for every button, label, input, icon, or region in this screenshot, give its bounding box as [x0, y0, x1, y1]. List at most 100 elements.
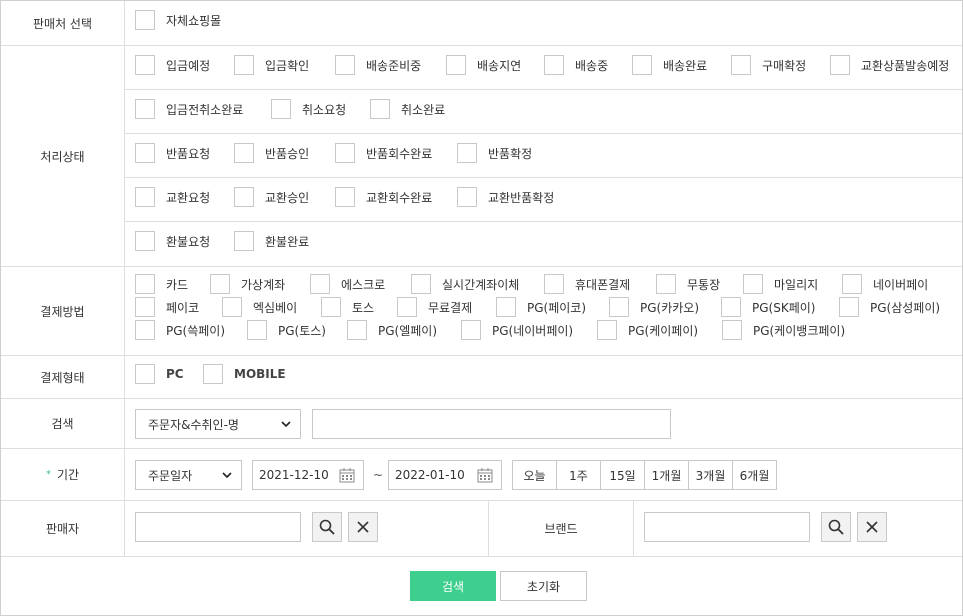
checkbox-box[interactable] [203, 364, 223, 384]
checkbox-return-approved[interactable]: 반품승인 [234, 143, 309, 163]
checkbox-escrow[interactable]: 에스크로 [310, 274, 385, 294]
checkbox-cancel-requested[interactable]: 취소요청 [271, 99, 346, 119]
checkbox-box[interactable] [222, 297, 242, 317]
checkbox-box[interactable] [135, 274, 155, 294]
seller-search-button[interactable] [312, 512, 342, 542]
checkbox-refund-completed[interactable]: 환불완료 [234, 231, 309, 251]
checkbox-cancelled-before-deposit[interactable]: 입금전취소완료 [135, 99, 243, 119]
checkbox-naverpay[interactable]: 네이버페이 [842, 274, 928, 294]
checkbox-delivered[interactable]: 배송완료 [632, 55, 707, 75]
checkbox-payco[interactable]: 페이코 [135, 297, 199, 317]
calendar-icon[interactable] [477, 467, 493, 483]
checkbox-box[interactable] [446, 55, 466, 75]
seller-input[interactable] [135, 512, 301, 542]
search-input[interactable] [312, 409, 671, 439]
checkbox-box[interactable] [839, 297, 859, 317]
checkbox-box[interactable] [496, 297, 516, 317]
checkbox-exchange-requested[interactable]: 교환요청 [135, 187, 210, 207]
checkbox-pg-toss[interactable]: PG(토스) [247, 320, 326, 340]
checkbox-box[interactable] [234, 187, 254, 207]
checkbox-box[interactable] [721, 297, 741, 317]
checkbox-box[interactable] [597, 320, 617, 340]
checkbox-box[interactable] [632, 55, 652, 75]
checkbox-box[interactable] [247, 320, 267, 340]
checkbox-box[interactable] [135, 187, 155, 207]
checkbox-eximbay[interactable]: 엑심베이 [222, 297, 297, 317]
checkbox-box[interactable] [842, 274, 862, 294]
checkbox-box[interactable] [135, 143, 155, 163]
search-type-select[interactable]: 주문자&수취인-명 [135, 409, 301, 439]
checkbox-refund-requested[interactable]: 환불요청 [135, 231, 210, 251]
seller-clear-button[interactable] [348, 512, 378, 542]
reset-button[interactable]: 초기화 [500, 571, 587, 601]
period-1week-button[interactable]: 1주 [556, 460, 601, 490]
checkbox-box[interactable] [544, 274, 564, 294]
period-6months-button[interactable]: 6개월 [732, 460, 777, 490]
checkbox-box[interactable] [135, 364, 155, 384]
checkbox-pg-kbankpay[interactable]: PG(케이뱅크페이) [722, 320, 845, 340]
checkbox-box[interactable] [609, 297, 629, 317]
checkbox-deposit-scheduled[interactable]: 입금예정 [135, 55, 210, 75]
checkbox-card[interactable]: 카드 [135, 274, 188, 294]
period-type-select[interactable]: 주문일자 [135, 460, 242, 490]
checkbox-box[interactable] [135, 99, 155, 119]
checkbox-box[interactable] [347, 320, 367, 340]
start-date-input[interactable]: 2021-12-10 [252, 460, 364, 490]
checkbox-box[interactable] [135, 297, 155, 317]
brand-input[interactable] [644, 512, 810, 542]
checkbox-pc[interactable]: PC [135, 364, 184, 384]
checkbox-exchange-approved[interactable]: 교환승인 [234, 187, 309, 207]
checkbox-box[interactable] [135, 320, 155, 340]
checkbox-exchange-shipment-scheduled[interactable]: 교환상품발송예정 [830, 55, 949, 75]
checkbox-exchange-return-confirmed[interactable]: 교환반품확정 [457, 187, 554, 207]
checkbox-box[interactable] [370, 99, 390, 119]
checkbox-pg-kpay[interactable]: PG(케이페이) [597, 320, 698, 340]
checkbox-box[interactable] [656, 274, 676, 294]
checkbox-box[interactable] [310, 274, 330, 294]
checkbox-box[interactable] [457, 143, 477, 163]
calendar-icon[interactable] [339, 467, 355, 483]
checkbox-box[interactable] [457, 187, 477, 207]
checkbox-pg-naverpay[interactable]: PG(네이버페이) [461, 320, 573, 340]
checkbox-pg-ssgpay[interactable]: PG(쓱페이) [135, 320, 225, 340]
checkbox-box[interactable] [731, 55, 751, 75]
period-3months-button[interactable]: 3개월 [688, 460, 733, 490]
checkbox-box[interactable] [271, 99, 291, 119]
checkbox-phone-payment[interactable]: 휴대폰결제 [544, 274, 630, 294]
checkbox-return-confirmed[interactable]: 반품확정 [457, 143, 532, 163]
checkbox-box[interactable] [411, 274, 431, 294]
checkbox-exchange-collected[interactable]: 교환회수완료 [335, 187, 432, 207]
checkbox-box[interactable] [135, 231, 155, 251]
checkbox-bank-deposit[interactable]: 무통장 [656, 274, 720, 294]
checkbox-box[interactable] [335, 187, 355, 207]
checkbox-box[interactable] [135, 55, 155, 75]
checkbox-box[interactable] [544, 55, 564, 75]
checkbox-pg-lpay[interactable]: PG(엘페이) [347, 320, 437, 340]
checkbox-box[interactable] [321, 297, 341, 317]
checkbox-cancel-completed[interactable]: 취소완료 [370, 99, 445, 119]
end-date-input[interactable]: 2022-01-10 [388, 460, 502, 490]
checkbox-box[interactable] [234, 143, 254, 163]
checkbox-shipping-delayed[interactable]: 배송지연 [446, 55, 521, 75]
checkbox-box[interactable] [397, 297, 417, 317]
brand-search-button[interactable] [821, 512, 851, 542]
checkbox-pg-payco[interactable]: PG(페이코) [496, 297, 586, 317]
checkbox-deposit-confirmed[interactable]: 입금확인 [234, 55, 309, 75]
checkbox-box[interactable] [722, 320, 742, 340]
checkbox-box[interactable] [743, 274, 763, 294]
period-today-button[interactable]: 오늘 [512, 460, 557, 490]
checkbox-return-collected[interactable]: 반품회수완료 [335, 143, 432, 163]
search-button[interactable]: 검색 [410, 571, 496, 601]
checkbox-pg-kakao[interactable]: PG(카카오) [609, 297, 699, 317]
checkbox-box[interactable] [335, 55, 355, 75]
checkbox-pg-samsungpay[interactable]: PG(삼성페이) [839, 297, 940, 317]
checkbox-return-requested[interactable]: 반품요청 [135, 143, 210, 163]
checkbox-box[interactable] [210, 274, 230, 294]
period-15days-button[interactable]: 15일 [600, 460, 645, 490]
checkbox-virtual-account[interactable]: 가상계좌 [210, 274, 285, 294]
checkbox-box[interactable] [461, 320, 481, 340]
checkbox-free-payment[interactable]: 무료결제 [397, 297, 472, 317]
checkbox-realtime-transfer[interactable]: 실시간계좌이체 [411, 274, 519, 294]
brand-clear-button[interactable] [857, 512, 887, 542]
checkbox-pg-skpay[interactable]: PG(SK페이) [721, 297, 815, 317]
